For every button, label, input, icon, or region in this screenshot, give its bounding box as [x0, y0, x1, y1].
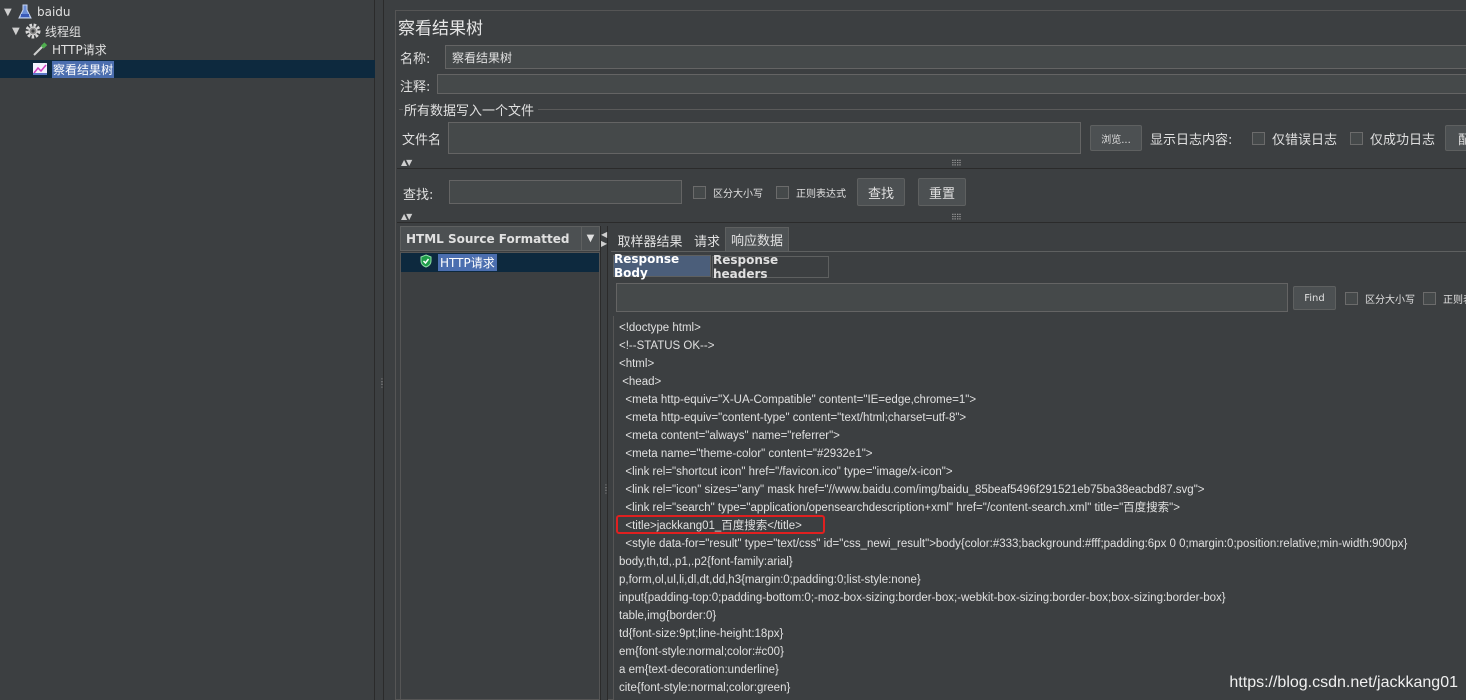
file-name-field[interactable] — [448, 122, 1081, 154]
code-line: input{padding-top:0;padding-bottom:0;-mo… — [619, 592, 1226, 604]
success-shield-icon — [419, 254, 433, 271]
reset-button[interactable]: 重置 — [918, 178, 966, 206]
tab-request[interactable]: 请求 — [689, 228, 725, 252]
test-plan-tree: ▼ baidu ▼ 线程组 HTTP请求 察看结果树 — [0, 0, 375, 700]
browse-button[interactable]: 浏览... — [1090, 125, 1142, 151]
name-label: 名称: — [400, 52, 431, 67]
code-line: <meta http-equiv="X-UA-Compatible" conte… — [619, 394, 977, 406]
tree-node-baidu[interactable]: ▼ baidu — [4, 3, 71, 21]
code-line: body,th,td,.p1,.p2{font-family:arial} — [619, 556, 793, 568]
configure-button[interactable]: 配 — [1445, 125, 1466, 151]
tree-node-thread-group[interactable]: ▼ 线程组 — [12, 22, 81, 40]
gear-icon — [25, 23, 41, 39]
body-find-button[interactable]: Find — [1293, 286, 1336, 310]
code-line: <meta http-equiv="content-type" content=… — [619, 412, 967, 424]
tree-label: baidu — [37, 5, 71, 19]
code-line: <head> — [619, 376, 662, 388]
collapse-arrows-icon[interactable]: ▲▼ — [401, 158, 412, 167]
collapse-arrows-icon[interactable]: ▲▼ — [401, 212, 412, 221]
file-name-label: 文件名 — [402, 133, 442, 148]
checkbox-box[interactable] — [776, 186, 789, 199]
response-body-text[interactable]: <!doctype html> <!--STATUS OK--> <html> <h… — [613, 316, 1466, 700]
tree-label: 察看结果树 — [52, 60, 115, 78]
success-only-checkbox[interactable]: 仅成功日志 — [1350, 129, 1435, 148]
search-label: 查找: — [403, 188, 434, 203]
checkbox-box[interactable] — [1350, 132, 1363, 145]
title-highlight-box — [616, 515, 825, 534]
code-line: <html> — [619, 358, 655, 370]
body-search-input[interactable] — [616, 283, 1288, 312]
renderer-select[interactable]: HTML Source Formatted ▼ — [400, 226, 600, 251]
splitter-grip-icon[interactable]: ⠿⠿ — [951, 213, 962, 222]
tree-node-http-request[interactable]: HTTP请求 — [32, 40, 107, 58]
code-line: <style data-for="result" type="text/css"… — [619, 538, 1408, 550]
body-regex-checkbox[interactable]: 正则表 — [1423, 291, 1466, 306]
pipette-icon — [32, 41, 48, 57]
view-results-tree-panel: 察看结果树 名称: 察看结果树 注释: 所有数据写入一个文件 文件名 浏览...… — [385, 0, 1466, 700]
errors-only-checkbox[interactable]: 仅错误日志 — [1252, 129, 1337, 148]
log-content-label: 显示日志内容: — [1150, 133, 1233, 148]
comment-field[interactable] — [437, 74, 1466, 94]
tab-response-body[interactable]: Response Body — [613, 252, 711, 280]
checkbox-box[interactable] — [1345, 292, 1358, 305]
code-line: cite{font-style:normal;color:green} — [619, 682, 791, 694]
regex-checkbox[interactable]: 正则表达式 — [776, 185, 846, 200]
chevron-down-icon[interactable]: ▼ — [581, 227, 599, 250]
sampler-result-list: HTTP请求 — [400, 252, 600, 700]
file-section-title: 所有数据写入一个文件 — [404, 104, 535, 119]
code-line: em{font-style:normal;color:#c00} — [619, 646, 784, 658]
body-case-sensitive-checkbox[interactable]: 区分大小写 — [1345, 291, 1415, 306]
chart-icon — [32, 61, 48, 77]
tab-response-data[interactable]: 响应数据 — [725, 227, 789, 251]
checkbox-box[interactable] — [1252, 132, 1265, 145]
collapse-arrows-icon[interactable]: ◀ ▶ — [601, 230, 607, 248]
panel-title: 察看结果树 — [398, 19, 483, 39]
name-field[interactable]: 察看结果树 — [445, 45, 1466, 69]
code-line: <!--STATUS OK--> — [619, 340, 715, 352]
tree-node-view-results-tree[interactable]: 察看结果树 — [0, 60, 375, 78]
code-line: <link rel="shortcut icon" href="/favicon… — [619, 466, 953, 478]
checkbox-box[interactable] — [693, 186, 706, 199]
code-line: <meta content="always" name="referrer"> — [619, 430, 840, 442]
flask-icon — [17, 4, 33, 20]
code-line: p,form,ol,ul,li,dl,dt,dd,h3{margin:0;pad… — [619, 574, 921, 586]
find-button[interactable]: 查找 — [857, 178, 905, 206]
vertical-splitter[interactable]: ◀ ▶ ⋮ ⋮ — [600, 226, 610, 700]
case-sensitive-checkbox[interactable]: 区分大小写 — [693, 185, 763, 200]
watermark: https://blog.csdn.net/jackkang01 — [1229, 674, 1458, 691]
expand-toggle-icon[interactable]: ▼ — [4, 7, 14, 18]
expand-toggle-icon[interactable]: ▼ — [12, 26, 22, 37]
tree-label: HTTP请求 — [52, 42, 107, 57]
splitter-handle[interactable]: ⋮ ⋮ — [376, 0, 386, 700]
checkbox-box[interactable] — [1423, 292, 1436, 305]
code-line: <meta name="theme-color" content="#2932e… — [619, 448, 873, 460]
tab-sampler-result[interactable]: 取样器结果 — [613, 228, 687, 252]
code-line: <!doctype html> — [619, 322, 701, 334]
code-line: <link rel="icon" sizes="any" mask href="… — [619, 484, 1205, 496]
comment-label: 注释: — [400, 80, 431, 95]
tab-response-headers[interactable]: Response headers — [712, 253, 829, 281]
code-line: a em{text-decoration:underline} — [619, 664, 779, 676]
code-line: table,img{border:0} — [619, 610, 717, 622]
code-line: td{font-size:9pt;line-height:18px} — [619, 628, 784, 640]
tree-label: 线程组 — [45, 24, 82, 39]
sampler-result-item[interactable]: HTTP请求 — [401, 253, 599, 272]
splitter-grip-icon[interactable]: ⠿⠿ — [951, 159, 962, 168]
search-input[interactable] — [449, 180, 682, 204]
